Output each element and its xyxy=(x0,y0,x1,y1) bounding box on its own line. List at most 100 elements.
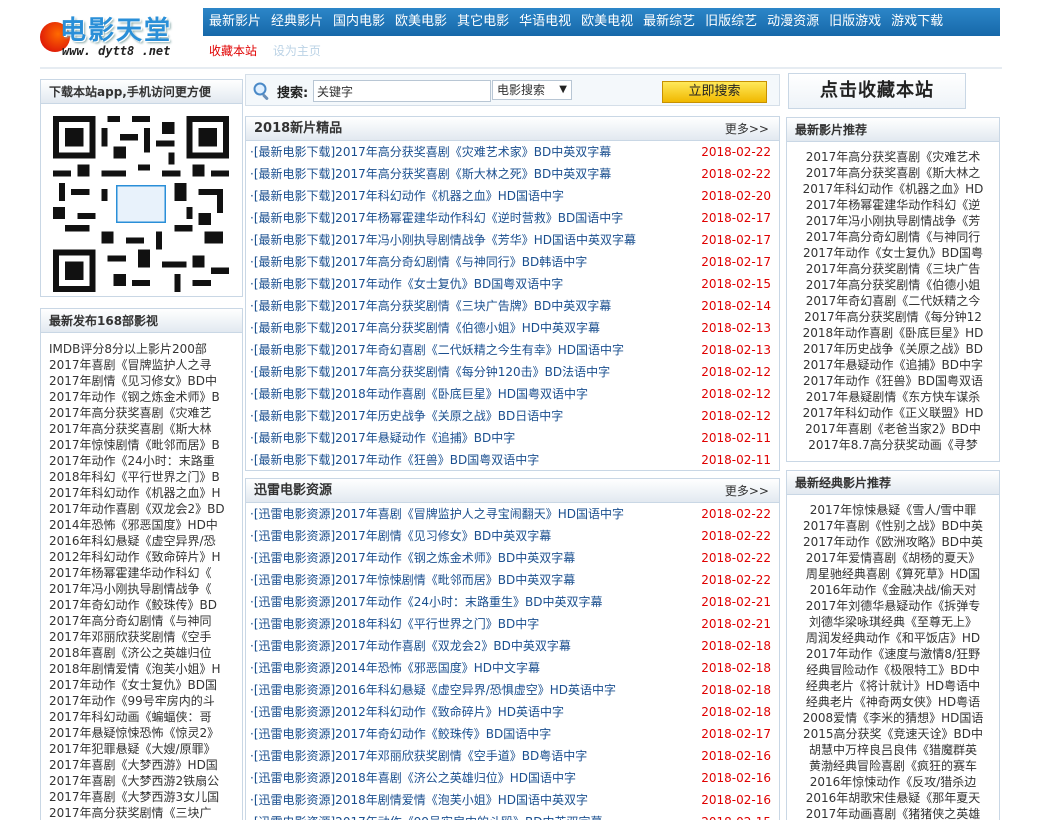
latest-item[interactable]: 2012年科幻动作《致命碎片》H xyxy=(49,549,242,565)
recommend-classic-item[interactable]: 周星驰经典喜剧《算死草》HD国 xyxy=(787,566,999,582)
latest-item[interactable]: 2017年科幻动画《蝙蝠侠：哥 xyxy=(49,709,242,725)
nav-item[interactable]: 游戏下载 xyxy=(885,8,947,36)
latest-item[interactable]: IMDB评分8分以上影片200部 xyxy=(49,341,242,357)
movie-link[interactable]: ·[最新电影下载]2017年高分获奖剧情《伯德小姐》HD中英双字幕 xyxy=(250,321,600,335)
recommend-new-item[interactable]: 2017年科幻动作《机器之血》HD xyxy=(787,181,999,197)
latest-item[interactable]: 2017年高分获奖剧情《三块广 xyxy=(49,805,242,820)
recommend-classic-item[interactable]: 2017年动画喜剧《猪猪侠之英雄 xyxy=(787,806,999,820)
latest-item[interactable]: 2017年喜剧《冒牌监护人之寻 xyxy=(49,357,242,373)
recommend-new-item[interactable]: 2017年喜剧《老爸当家2》BD中 xyxy=(787,421,999,437)
recommend-new-item[interactable]: 2017年高分奇幻剧情《与神同行 xyxy=(787,229,999,245)
recommend-new-item[interactable]: 2017年历史战争《关原之战》BD xyxy=(787,341,999,357)
recommend-classic-item[interactable]: 周润发经典动作《和平饭店》HD xyxy=(787,630,999,646)
movie-link[interactable]: ·[迅雷电影资源]2018年喜剧《济公之英雄归位》HD国语中字 xyxy=(250,771,576,785)
movie-link[interactable]: ·[最新电影下载]2017年奇幻喜剧《二代妖精之今生有幸》HD国语中字 xyxy=(250,343,624,357)
latest-item[interactable]: 2017年高分获奖喜剧《斯大林 xyxy=(49,421,242,437)
movie-link[interactable]: ·[迅雷电影资源]2017年喜剧《冒牌监护人之寻宝闹翻天》HD国语中字 xyxy=(250,507,624,521)
recommend-classic-item[interactable]: 2016年动作《金融决战/偷天对 xyxy=(787,582,999,598)
nav-item[interactable]: 旧版游戏 xyxy=(823,8,885,36)
recommend-classic-item[interactable]: 黄渤经典冒险喜剧《疯狂的赛车 xyxy=(787,758,999,774)
latest-item[interactable]: 2017年喜剧《大梦西游》HD国 xyxy=(49,757,242,773)
latest-item[interactable]: 2017年科幻动作《机器之血》H xyxy=(49,485,242,501)
latest-item[interactable]: 2017年剧情《见习修女》BD中 xyxy=(49,373,242,389)
latest-item[interactable]: 2017年邓丽欣获奖剧情《空手 xyxy=(49,629,242,645)
recommend-classic-item[interactable]: 2017年动作《速度与激情8/狂野 xyxy=(787,646,999,662)
set-homepage-link[interactable]: 设为主页 xyxy=(267,38,327,64)
nav-item[interactable]: 最新综艺 xyxy=(637,8,699,36)
latest-item[interactable]: 2017年喜剧《大梦西游2铁扇公 xyxy=(49,773,242,789)
movie-link[interactable]: ·[迅雷电影资源]2017年剧情《见习修女》BD中英双字幕 xyxy=(250,529,551,543)
movie-link[interactable]: ·[最新电影下载]2017年高分奇幻剧情《与神同行》BD韩语中字 xyxy=(250,255,587,269)
recommend-classic-item[interactable]: 2017年喜剧《性别之战》BD中英 xyxy=(787,518,999,534)
movie-link[interactable]: ·[最新电影下载]2017年高分获奖剧情《三块广告牌》BD中英双字幕 xyxy=(250,299,611,313)
recommend-new-item[interactable]: 2018年动作喜剧《卧底巨星》HD xyxy=(787,325,999,341)
movie-link[interactable]: ·[最新电影下载]2018年动作喜剧《卧底巨星》HD国粤双语中字 xyxy=(250,387,588,401)
nav-item[interactable]: 其它电影 xyxy=(451,8,513,36)
movie-link[interactable]: ·[最新电影下载]2017年科幻动作《机器之血》HD国语中字 xyxy=(250,189,564,203)
recommend-classic-item[interactable]: 2016年胡歌宋佳悬疑《那年夏天 xyxy=(787,790,999,806)
search-type-select[interactable]: 电影搜索 ▼ xyxy=(492,80,572,100)
recommend-classic-item[interactable]: 2015高分获奖《竞速天诠》BD中 xyxy=(787,726,999,742)
recommend-new-item[interactable]: 2017年高分获奖剧情《三块广告 xyxy=(787,261,999,277)
recommend-new-item[interactable]: 2017年高分获奖喜剧《斯大林之 xyxy=(787,165,999,181)
site-logo[interactable]: 电影天堂 www. dytt8 .net xyxy=(40,8,200,63)
latest-item[interactable]: 2016年科幻悬疑《虚空异界/恐 xyxy=(49,533,242,549)
movie-link[interactable]: ·[迅雷电影资源]2017年动作《24小时：末路重生》BD中英双字幕 xyxy=(250,595,602,609)
nav-item[interactable]: 经典影片 xyxy=(265,8,327,36)
latest-item[interactable]: 2017年动作《女士复仇》BD国 xyxy=(49,677,242,693)
recommend-new-item[interactable]: 2017年冯小刚执导剧情战争《芳 xyxy=(787,213,999,229)
latest-item[interactable]: 2017年动作《钢之炼金术师》B xyxy=(49,389,242,405)
latest-item[interactable]: 2017年杨幂霍建华动作科幻《 xyxy=(49,565,242,581)
recommend-classic-item[interactable]: 2016年惊悚动作《反攻/猎杀边 xyxy=(787,774,999,790)
latest-item[interactable]: 2014年恐怖《邪恶国度》HD中 xyxy=(49,517,242,533)
movie-link[interactable]: ·[最新电影下载]2017年高分获奖喜剧《斯大林之死》BD中英双字幕 xyxy=(250,167,611,181)
recommend-classic-item[interactable]: 经典老片《神奇两女侠》HD粤语 xyxy=(787,694,999,710)
nav-item[interactable]: 动漫资源 xyxy=(761,8,823,36)
recommend-classic-item[interactable]: 经典老片《将计就计》HD粤语中 xyxy=(787,678,999,694)
movie-link[interactable]: ·[迅雷电影资源]2017年动作《99号牢房内的斗殴》BD中英双字幕 xyxy=(250,815,602,820)
latest-item[interactable]: 2017年高分奇幻剧情《与神同 xyxy=(49,613,242,629)
recommend-new-item[interactable]: 2017年动作《女士复仇》BD国粤 xyxy=(787,245,999,261)
movie-link[interactable]: ·[最新电影下载]2017年历史战争《关原之战》BD日语中字 xyxy=(250,409,563,423)
recommend-classic-item[interactable]: 刘德华梁咏琪经典《至尊无上》 xyxy=(787,614,999,630)
latest-item[interactable]: 2018年剧情爱情《泡芙小姐》H xyxy=(49,661,242,677)
movie-link[interactable]: ·[迅雷电影资源]2017年动作喜剧《双龙会2》BD中英双字幕 xyxy=(250,639,571,653)
bookmark-button[interactable]: 点击收藏本站 xyxy=(788,73,966,109)
movie-link[interactable]: ·[迅雷电影资源]2017年惊悚剧情《毗邻而居》BD中英双字幕 xyxy=(250,573,575,587)
recommend-new-item[interactable]: 2017年8.7高分获奖动画《寻梦 xyxy=(787,437,999,453)
latest-item[interactable]: 2017年喜剧《大梦西游3女儿国 xyxy=(49,789,242,805)
latest-item[interactable]: 2017年奇幻动作《鲛珠传》BD xyxy=(49,597,242,613)
movie-link[interactable]: ·[迅雷电影资源]2014年恐怖《邪恶国度》HD中文字幕 xyxy=(250,661,540,675)
recommend-classic-item[interactable]: 2017年刘德华悬疑动作《拆弹专 xyxy=(787,598,999,614)
movie-link[interactable]: ·[迅雷电影资源]2018年剧情爱情《泡芙小姐》HD国语中英双字 xyxy=(250,793,588,807)
latest-item[interactable]: 2017年惊悚剧情《毗邻而居》B xyxy=(49,437,242,453)
new-2018-more-link[interactable]: 更多>> xyxy=(725,117,769,141)
nav-item[interactable]: 最新影片 xyxy=(203,8,265,36)
recommend-new-item[interactable]: 2017年杨幂霍建华动作科幻《逆 xyxy=(787,197,999,213)
recommend-classic-item[interactable]: 2017年爱情喜剧《胡杨的夏天》 xyxy=(787,550,999,566)
nav-item[interactable]: 华语电视 xyxy=(513,8,575,36)
movie-link[interactable]: ·[迅雷电影资源]2016年科幻悬疑《虚空异界/恐惧虚空》HD英语中字 xyxy=(250,683,616,697)
movie-link[interactable]: ·[迅雷电影资源]2017年动作《钢之炼金术师》BD中英双字幕 xyxy=(250,551,575,565)
recommend-new-item[interactable]: 2017年动作《狂兽》BD国粤双语 xyxy=(787,373,999,389)
movie-link[interactable]: ·[最新电影下载]2017年高分获奖喜剧《灾难艺术家》BD中英双字幕 xyxy=(250,145,611,159)
latest-item[interactable]: 2017年悬疑惊悚恐怖《惊灵2》 xyxy=(49,725,242,741)
search-button[interactable]: 立即搜索 xyxy=(662,81,767,103)
latest-item[interactable]: 2017年高分获奖喜剧《灾难艺 xyxy=(49,405,242,421)
recommend-new-item[interactable]: 2017年悬疑动作《追捕》BD中字 xyxy=(787,357,999,373)
recommend-new-item[interactable]: 2017年科幻动作《正义联盟》HD xyxy=(787,405,999,421)
recommend-new-item[interactable]: 2017年奇幻喜剧《二代妖精之今 xyxy=(787,293,999,309)
recommend-classic-item[interactable]: 胡慧中万梓良吕良伟《猎魔群英 xyxy=(787,742,999,758)
latest-item[interactable]: 2017年冯小刚执导剧情战争《 xyxy=(49,581,242,597)
latest-item[interactable]: 2017年动作喜剧《双龙会2》BD xyxy=(49,501,242,517)
movie-link[interactable]: ·[最新电影下载]2017年冯小刚执导剧情战争《芳华》HD国语中英双字幕 xyxy=(250,233,636,247)
recommend-new-item[interactable]: 2017年高分获奖剧情《伯德小姐 xyxy=(787,277,999,293)
nav-item[interactable]: 国内电影 xyxy=(327,8,389,36)
movie-link[interactable]: ·[最新电影下载]2017年杨幂霍建华动作科幻《逆时营救》BD国语中字 xyxy=(250,211,623,225)
search-input[interactable] xyxy=(313,80,491,102)
movie-link[interactable]: ·[迅雷电影资源]2017年奇幻动作《鲛珠传》BD国语中字 xyxy=(250,727,551,741)
nav-item[interactable]: 欧美电影 xyxy=(389,8,451,36)
xunlei-more-link[interactable]: 更多>> xyxy=(725,479,769,503)
movie-link[interactable]: ·[最新电影下载]2017年高分获奖剧情《每分钟120击》BD法语中字 xyxy=(250,365,610,379)
recommend-classic-item[interactable]: 经典冒险动作《极限特工》BD中 xyxy=(787,662,999,678)
